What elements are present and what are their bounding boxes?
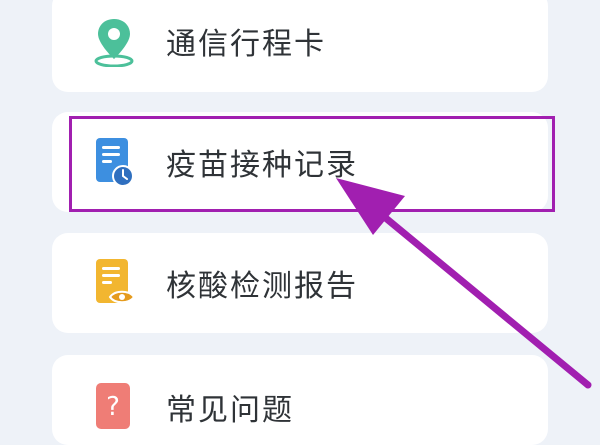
location-pin-icon xyxy=(94,19,134,67)
menu-item-label: 常见问题 xyxy=(166,393,294,428)
menu-item-label: 核酸检测报告 xyxy=(166,269,358,304)
menu-item-travel-card[interactable]: 通信行程卡 xyxy=(52,0,548,92)
menu-item-label: 通信行程卡 xyxy=(166,27,326,62)
highlight-box xyxy=(69,116,555,212)
question-icon: ? xyxy=(96,383,130,429)
menu-item-test-report[interactable]: 核酸检测报告 xyxy=(52,233,548,333)
menu-item-faq[interactable]: ? 常见问题 xyxy=(52,355,548,445)
svg-text:?: ? xyxy=(106,392,120,422)
test-report-icon xyxy=(96,259,136,304)
